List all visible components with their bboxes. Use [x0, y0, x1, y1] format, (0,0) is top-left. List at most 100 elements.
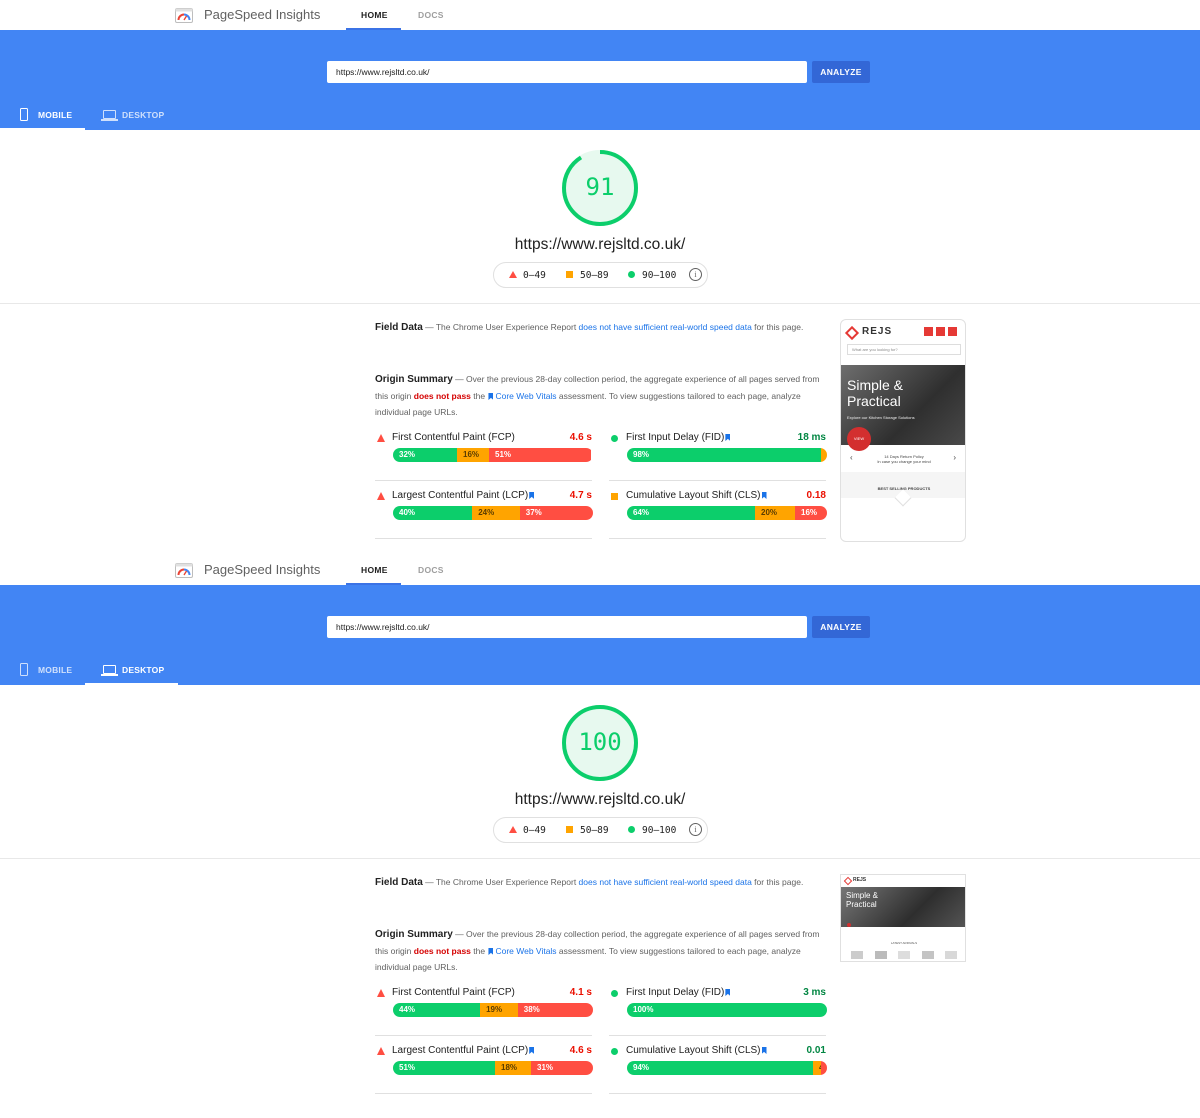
- tab-desktop-label: DESKTOP: [122, 665, 165, 675]
- fail-triangle-icon: [377, 989, 385, 997]
- metric-name: First Input Delay (FID): [626, 987, 732, 998]
- thumb-brand: REJS: [862, 326, 893, 337]
- legend-fail-range: 0–49: [523, 270, 546, 281]
- metric-name: First Input Delay (FID): [626, 432, 732, 443]
- metric-name: First Contentful Paint (FCP): [392, 432, 515, 443]
- tab-home[interactable]: HOME: [361, 10, 388, 20]
- bookmark-icon: [761, 492, 767, 499]
- core-web-vitals-link[interactable]: Core Web Vitals: [495, 391, 556, 401]
- metric-card: First Input Delay (FID) 3 ms 100%: [609, 986, 827, 1036]
- dist-segment: 16%: [457, 448, 489, 462]
- dist-segment: 98%: [627, 448, 821, 462]
- top-nav: PageSpeed Insights HOME DOCS: [0, 555, 1200, 585]
- metric-card: Largest Contentful Paint (LCP) 4.6 s 51%…: [375, 1044, 593, 1094]
- dist-segment: 51%: [393, 1061, 495, 1075]
- dist-segment: 32%: [393, 448, 457, 462]
- dist-segment: 20%: [755, 506, 795, 520]
- url-input[interactable]: [327, 61, 807, 83]
- pass-circle-icon: [628, 826, 635, 833]
- rejs-logo-icon: [844, 325, 860, 341]
- tab-mobile[interactable]: MOBILE: [0, 659, 85, 685]
- average-square-icon: [566, 271, 573, 278]
- dist-segment: 94%: [627, 1061, 814, 1075]
- divider: [0, 858, 1200, 859]
- tab-docs[interactable]: DOCS: [418, 10, 444, 20]
- metric-name: Cumulative Layout Shift (CLS): [626, 1045, 769, 1056]
- pass-circle-icon: [611, 1048, 618, 1055]
- mobile-report: PageSpeed Insights HOME DOCS ANALYZE MOB…: [0, 0, 1200, 555]
- rejs-logo-icon: [843, 876, 853, 886]
- field-data-link[interactable]: does not have sufficient real-world spee…: [579, 322, 752, 332]
- metric-card: First Contentful Paint (FCP) 4.1 s 44% 19…: [375, 986, 593, 1036]
- core-web-vitals-link[interactable]: Core Web Vitals: [495, 946, 556, 956]
- url-input[interactable]: [327, 616, 807, 638]
- distribution-bar: 94%4%2%: [627, 1061, 827, 1075]
- analyzed-url: https://www.rejsltd.co.uk/: [514, 236, 686, 253]
- thumb-search: What are you looking for?: [847, 344, 961, 355]
- tab-desktop[interactable]: DESKTOP: [85, 104, 178, 130]
- tab-desktop[interactable]: DESKTOP: [85, 659, 178, 685]
- bookmark-icon: [725, 989, 731, 996]
- thumb-cta: VIEW: [847, 427, 871, 451]
- metric-card: First Input Delay (FID) 18 ms 98%2%: [609, 431, 827, 481]
- laptop-icon: [101, 665, 118, 676]
- search-band: ANALYZE MOBILE DESKTOP: [0, 585, 1200, 685]
- distribution-bar: 98%2%: [627, 448, 827, 462]
- field-data-text: Field Data — The Chrome User Experience …: [375, 877, 804, 888]
- dist-segment: 64%: [627, 506, 755, 520]
- info-icon[interactable]: i: [689, 823, 702, 836]
- analyze-button[interactable]: ANALYZE: [812, 61, 870, 83]
- metric-card: Cumulative Layout Shift (CLS) 0.01 94%4%…: [609, 1044, 827, 1094]
- field-data-title: Field Data: [375, 322, 423, 333]
- distribution-bar: 32% 16% 51%: [393, 448, 593, 462]
- distribution-bar: 44% 19% 38%: [393, 1003, 593, 1017]
- fail-triangle-icon: [509, 271, 517, 278]
- metric-value: 4.6 s: [569, 1045, 592, 1056]
- smartphone-icon: [20, 108, 28, 121]
- laptop-icon: [101, 110, 118, 121]
- info-icon[interactable]: i: [689, 268, 702, 281]
- thumb-cta-dot: [847, 923, 851, 927]
- dist-segment: 100%: [627, 1003, 827, 1017]
- dist-segment: 4%: [813, 1061, 821, 1075]
- metric-value: 4.7 s: [569, 490, 592, 501]
- thumb-hero-sub: Explore our Kitchen Storage Solutions: [847, 415, 915, 420]
- average-square-icon: [611, 493, 618, 500]
- tab-docs[interactable]: DOCS: [418, 565, 444, 575]
- metric-value: 4.6 s: [569, 432, 592, 443]
- dist-segment: 38%: [517, 1003, 593, 1017]
- dist-segment: 44%: [393, 1003, 481, 1017]
- analyzed-url: https://www.rejsltd.co.uk/: [514, 791, 686, 808]
- fail-triangle-icon: [377, 434, 385, 442]
- field-data-title: Field Data: [375, 877, 423, 888]
- dist-segment: 40%: [393, 506, 473, 520]
- score-legend: 0–49 50–89 90–100 i: [493, 262, 708, 288]
- brand-title: PageSpeed Insights: [204, 562, 321, 577]
- legend-fail-range: 0–49: [523, 825, 546, 836]
- pass-circle-icon: [611, 435, 618, 442]
- analyze-button[interactable]: ANALYZE: [812, 616, 870, 638]
- bookmark-icon: [529, 492, 535, 499]
- origin-summary-text: Origin Summary — Over the previous 28-da…: [375, 374, 820, 417]
- thumb-section-title: LATEST ARRIVALS: [890, 941, 918, 945]
- dist-segment: 16%: [795, 506, 827, 520]
- tab-home[interactable]: HOME: [361, 565, 388, 575]
- tab-mobile[interactable]: MOBILE: [0, 104, 85, 130]
- thumb-brand: REJS: [853, 877, 867, 883]
- pagespeed-logo-icon: [175, 8, 193, 23]
- legend-average-range: 50–89: [580, 270, 609, 281]
- dist-segment: 2%: [821, 448, 827, 462]
- metric-value: 0.18: [806, 490, 826, 501]
- thumb-cart-icon: [948, 327, 957, 336]
- legend-pass-range: 90–100: [642, 270, 677, 281]
- distribution-bar: 51% 18% 31%: [393, 1061, 593, 1075]
- field-data-text: Field Data — The Chrome User Experience …: [375, 322, 804, 333]
- metric-value: 0.01: [806, 1045, 826, 1056]
- legend-pass-range: 90–100: [642, 825, 677, 836]
- dist-segment: 51%: [489, 448, 591, 462]
- dist-segment: 19%: [480, 1003, 518, 1017]
- top-nav: PageSpeed Insights HOME DOCS: [0, 0, 1200, 30]
- dist-segment: 18%: [495, 1061, 531, 1075]
- field-data-link[interactable]: does not have sufficient real-world spee…: [579, 877, 752, 887]
- cwv-fail-text: does not pass: [413, 946, 471, 956]
